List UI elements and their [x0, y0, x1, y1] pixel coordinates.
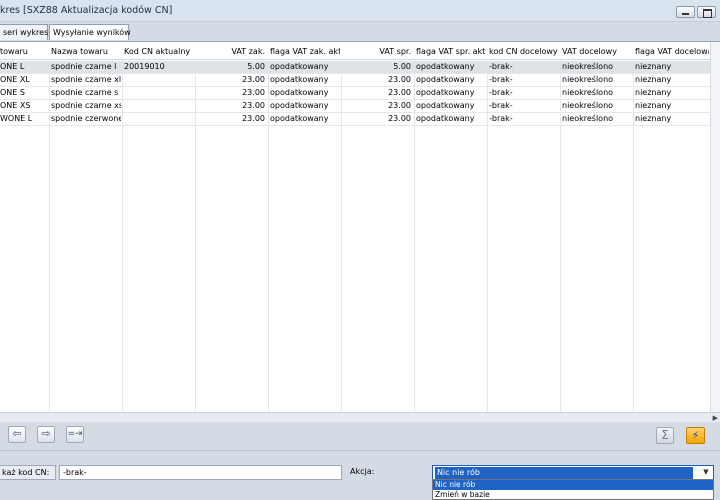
header-vat-purchase[interactable]: VAT zak. [197, 47, 265, 60]
table-row[interactable]: ONE S spodnie czarne s 23.00 opodatkowan… [0, 87, 710, 100]
header-vat-sale-flag[interactable]: flaga VAT spr. aktu [416, 47, 486, 60]
run-button[interactable]: ⚡ [686, 427, 705, 444]
header-cn-current[interactable]: Kod CN aktualny [124, 47, 194, 60]
jump-button[interactable]: =⇥ [66, 426, 84, 443]
arrow-left-icon: ⇦ [12, 427, 22, 440]
cell-name: spodnie czarne xs [51, 101, 121, 110]
cell-cn-current [124, 88, 194, 100]
scroll-right-icon[interactable]: ▶ [713, 414, 718, 422]
cell-vat-target-flag: nieznany [635, 88, 672, 97]
cell-vat-sale: 23.00 [388, 101, 411, 110]
jump-to-icon: =⇥ [67, 429, 83, 439]
cell-vat-target-flag: nieznany [635, 101, 672, 110]
cell-vat-purchase-flag: opodatkowany [270, 88, 329, 97]
cell-code: ONE S [0, 88, 25, 97]
cell-vat-target: nieokreślono [562, 88, 614, 97]
sum-button[interactable]: Σ [656, 427, 674, 444]
cell-vat-target: nieokreślono [562, 75, 614, 84]
cell-vat-purchase-flag: opodatkowany [270, 114, 329, 123]
table-row[interactable]: ONE L spodnie czarne l 20019010 5.00 opo… [0, 61, 710, 74]
tab-send-results[interactable]: Wysyłanie wyników [49, 24, 131, 40]
cell-cn-target: -brak- [489, 75, 513, 84]
cell-vat-target-flag: nieznany [635, 62, 672, 71]
cell-cn-current [124, 101, 194, 113]
action-selected-value: Nic nie rób [435, 467, 693, 479]
cell-name: spodnie czarne s [51, 88, 119, 97]
vertical-scrollbar[interactable] [710, 42, 720, 412]
header-name[interactable]: Nazwa towaru [51, 47, 121, 60]
grid-header: towaru Nazwa towaru Kod CN aktualny VAT … [0, 42, 720, 60]
cell-vat-sale-flag: opodatkowany [416, 62, 475, 71]
cell-vat-purchase-flag: opodatkowany [270, 75, 329, 84]
cell-cn-target: -brak- [489, 62, 513, 71]
action-select[interactable]: Nic nie rób ▼ [432, 465, 714, 480]
cell-cn-current: 20019010 [124, 62, 165, 71]
data-grid: towaru Nazwa towaru Kod CN aktualny VAT … [0, 41, 720, 422]
cell-name: spodnie czarne xl [51, 75, 121, 84]
cell-code: ONE XL [0, 75, 30, 84]
cell-vat-target: nieokreślono [562, 62, 614, 71]
cell-vat-sale: 23.00 [388, 88, 411, 97]
table-row[interactable]: ONE XS spodnie czarne xs 23.00 opodatkow… [0, 100, 710, 113]
cell-vat-purchase: 23.00 [242, 88, 265, 97]
cell-cn-target: -brak- [489, 114, 513, 123]
tab-bar: seri wykresu Wysyłanie wyników [0, 22, 720, 41]
cell-vat-target: nieokreślono [562, 101, 614, 110]
cell-code: ONE XS [0, 101, 31, 110]
tab-series[interactable]: seri wykresu [0, 24, 53, 40]
action-option-nothing[interactable]: Nic nie rób [433, 480, 713, 490]
cell-vat-target-flag: nieznany [635, 75, 672, 84]
maximize-button[interactable] [697, 6, 716, 18]
cell-vat-sale-flag: opodatkowany [416, 88, 475, 97]
cell-cn-current [124, 75, 194, 87]
show-cn-button[interactable]: każ kod CN: [0, 465, 56, 480]
cell-code: ONE L [0, 62, 25, 71]
cell-vat-target-flag: nieznany [635, 114, 672, 123]
cell-vat-sale-flag: opodatkowany [416, 114, 475, 123]
horizontal-scrollbar[interactable]: ▶ [0, 412, 720, 422]
lightning-icon: ⚡ [691, 429, 700, 442]
cell-vat-sale: 23.00 [388, 75, 411, 84]
action-option-change[interactable]: Zmień w bazie [433, 490, 713, 500]
cell-vat-purchase: 23.00 [242, 101, 265, 110]
sigma-icon: Σ [661, 428, 669, 442]
cell-vat-target: nieokreślono [562, 114, 614, 123]
header-vat-target[interactable]: VAT docelowy [562, 47, 632, 60]
action-label: Akcja: [350, 467, 375, 476]
header-vat-purchase-flag[interactable]: flaga VAT zak. aktu [270, 47, 340, 60]
window-title: kres [SXZ88 Aktualizacja kodów CN] [0, 5, 173, 16]
header-cn-target[interactable]: kod CN docelowy [489, 47, 559, 60]
cell-vat-purchase-flag: opodatkowany [270, 101, 329, 110]
action-dropdown-list: Nic nie rób Zmień w bazie [432, 479, 714, 500]
minimize-button[interactable] [676, 6, 695, 18]
cell-vat-purchase-flag: opodatkowany [270, 62, 329, 71]
header-vat-sale[interactable]: VAT spr. [343, 47, 411, 60]
cell-cn-target: -brak- [489, 88, 513, 97]
header-vat-target-flag[interactable]: flaga VAT docelowa [635, 47, 709, 60]
next-button[interactable]: ⇨ [37, 426, 55, 443]
title-bar: kres [SXZ88 Aktualizacja kodów CN] [0, 0, 720, 22]
table-row[interactable]: ONE XL spodnie czarne xl 23.00 opodatkow… [0, 74, 710, 87]
cell-vat-sale: 5.00 [393, 62, 411, 71]
cell-vat-sale-flag: opodatkowany [416, 75, 475, 84]
cell-cn-current [124, 114, 194, 126]
header-code[interactable]: towaru [0, 47, 47, 60]
cell-vat-sale: 23.00 [388, 114, 411, 123]
cell-name: spodnie czarne l [51, 62, 117, 71]
arrow-right-icon: ⇨ [41, 427, 51, 440]
cell-vat-purchase: 5.00 [247, 62, 265, 71]
table-row[interactable]: WONE L spodnie czerwone l 23.00 opodatko… [0, 113, 710, 126]
chevron-down-icon[interactable]: ▼ [699, 466, 713, 479]
cell-vat-purchase: 23.00 [242, 114, 265, 123]
cn-code-input[interactable] [59, 465, 342, 480]
cell-code: WONE L [0, 114, 33, 123]
cell-name: spodnie czerwone l [51, 114, 121, 123]
cell-vat-sale-flag: opodatkowany [416, 101, 475, 110]
previous-button[interactable]: ⇦ [8, 426, 26, 443]
cell-vat-purchase: 23.00 [242, 75, 265, 84]
cell-cn-target: -brak- [489, 101, 513, 110]
